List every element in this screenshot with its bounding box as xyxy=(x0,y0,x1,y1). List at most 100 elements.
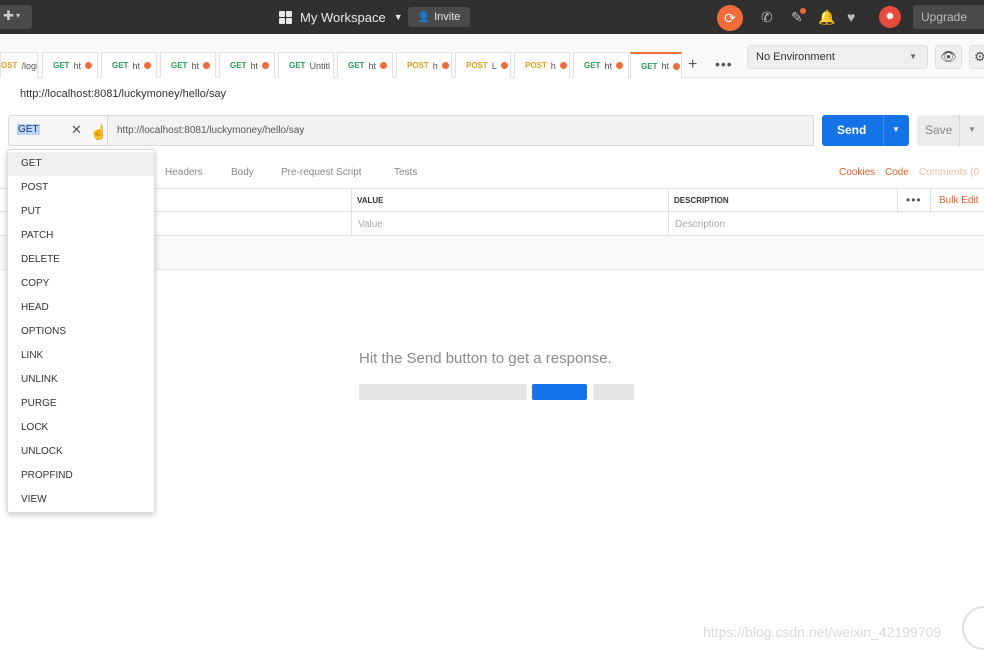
method-option-propfind[interactable]: PROPFIND xyxy=(8,464,154,488)
value-field[interactable]: Value xyxy=(358,219,383,230)
corner-widget[interactable] xyxy=(962,606,984,650)
request-tab[interactable]: GET ht xyxy=(101,52,157,78)
cookies-link[interactable]: Cookies xyxy=(839,167,875,178)
comments-link[interactable]: Comments (0 xyxy=(919,167,979,178)
method-option-view[interactable]: VIEW xyxy=(8,488,154,512)
bell-icon[interactable]: 🔔 xyxy=(818,9,835,25)
caret-down-icon: ▼ xyxy=(909,52,917,61)
tab-title: ht xyxy=(368,60,376,71)
request-name[interactable]: http://localhost:8081/luckymoney/hello/s… xyxy=(20,88,226,100)
request-tab[interactable]: POST L xyxy=(455,52,511,78)
close-icon[interactable]: ✕ xyxy=(71,122,82,138)
tab-method: GET xyxy=(171,61,188,70)
unsaved-dot-icon xyxy=(143,62,151,69)
method-option-unlink[interactable]: UNLINK xyxy=(8,368,154,392)
invite-button[interactable]: 👤 Invite xyxy=(408,7,470,27)
new-button[interactable]: ✚ ▾ xyxy=(0,5,32,29)
description-column-header: DESCRIPTION xyxy=(674,196,729,205)
more-tabs-icon[interactable]: ••• xyxy=(715,56,733,72)
method-option-patch[interactable]: PATCH xyxy=(8,224,154,248)
gear-icon[interactable]: ⚙ xyxy=(969,45,984,69)
sync-icon[interactable]: ⟳ xyxy=(717,5,743,31)
tab-pre-request-script[interactable]: Pre-request Script xyxy=(281,167,362,178)
request-tab[interactable]: OST/logi xyxy=(0,52,38,78)
tab-title: ht xyxy=(191,60,199,71)
plus-icon: ✚ xyxy=(3,8,14,23)
notification-dot xyxy=(800,8,806,14)
unsaved-dot-icon xyxy=(84,62,92,69)
save-divider xyxy=(959,115,960,146)
tab-tests[interactable]: Tests xyxy=(394,167,417,178)
caret-down-icon[interactable]: ▼ xyxy=(968,125,976,134)
method-option-copy[interactable]: COPY xyxy=(8,272,154,296)
tab-body[interactable]: Body xyxy=(231,167,254,178)
app-header: ✚ ▾ My Workspace ▼ 👤 Invite ⟳ ✆ ✎ 🔔 ♥ ✹ … xyxy=(0,0,984,34)
tab-method: POST xyxy=(466,61,488,70)
request-tab[interactable]: GET ht xyxy=(630,52,682,78)
tab-title: ht xyxy=(661,61,669,71)
method-option-head[interactable]: HEAD xyxy=(8,296,154,320)
avatar[interactable]: ✹ xyxy=(879,6,901,28)
method-option-lock[interactable]: LOCK xyxy=(8,416,154,440)
workspace-label: My Workspace xyxy=(300,9,386,25)
add-user-icon: 👤 xyxy=(417,11,431,23)
request-tab[interactable]: GET ht xyxy=(337,52,393,78)
request-tab[interactable]: GET Untitl xyxy=(278,52,334,78)
method-option-link[interactable]: LINK xyxy=(8,344,154,368)
column-divider xyxy=(668,189,669,213)
chevron-down-icon: ▾ xyxy=(16,11,21,20)
tab-method: GET xyxy=(230,61,247,70)
description-field[interactable]: Description xyxy=(675,219,725,230)
tab-title: L xyxy=(491,60,497,71)
column-divider xyxy=(930,189,931,213)
request-tab[interactable]: POST h xyxy=(396,52,452,78)
request-tab[interactable]: GET ht xyxy=(219,52,275,78)
request-tab[interactable]: GET ht xyxy=(573,52,629,78)
unsaved-dot-icon xyxy=(202,62,210,69)
environment-select[interactable]: No Environment ▼ xyxy=(747,45,928,69)
method-option-get[interactable]: GET xyxy=(8,152,154,176)
heart-icon[interactable]: ♥ xyxy=(847,9,855,25)
tab-title: h xyxy=(550,60,556,71)
code-link[interactable]: Code xyxy=(885,167,909,178)
send-divider xyxy=(883,115,884,146)
method-input[interactable]: GET xyxy=(17,124,40,135)
column-divider xyxy=(351,212,352,236)
new-tab-plus-icon[interactable]: + xyxy=(688,56,697,74)
method-option-delete[interactable]: DELETE xyxy=(8,248,154,272)
method-option-unlock[interactable]: UNLOCK xyxy=(8,440,154,464)
save-label: Save xyxy=(925,123,953,137)
tab-method: GET xyxy=(289,61,306,70)
tab-title: ht xyxy=(73,60,81,71)
unsaved-dot-icon xyxy=(672,62,680,70)
method-select[interactable]: GET ✕ ☝ xyxy=(8,115,108,146)
method-option-options[interactable]: OPTIONS xyxy=(8,320,154,344)
method-option-put[interactable]: PUT xyxy=(8,200,154,224)
tab-headers[interactable]: Headers xyxy=(165,167,203,178)
watermark: https://blog.csdn.net/weixin_42199709 xyxy=(703,624,942,640)
send-button[interactable]: Send ▼ xyxy=(822,115,909,146)
tab-title: Untitl xyxy=(309,60,330,71)
save-button[interactable]: Save ▼ xyxy=(917,115,984,146)
request-tabs-bar: OST/logi GET ht GET ht GET ht GET ht GET Untitl GET… xyxy=(0,34,984,78)
request-tab[interactable]: GET ht xyxy=(42,52,98,78)
more-options-icon[interactable]: ••• xyxy=(906,193,922,207)
workspace-switcher[interactable]: My Workspace ▼ xyxy=(279,7,403,27)
tab-method: GET xyxy=(584,61,601,70)
request-tab[interactable]: POST h xyxy=(514,52,570,78)
tab-method: GET xyxy=(112,61,129,70)
invite-label: Invite xyxy=(434,11,461,23)
method-option-post[interactable]: POST xyxy=(8,176,154,200)
url-input[interactable]: http://localhost:8081/luckymoney/hello/s… xyxy=(108,115,814,146)
request-tab[interactable]: GET ht xyxy=(160,52,216,78)
satellite-icon[interactable]: ✆ xyxy=(761,9,773,25)
method-option-purge[interactable]: PURGE xyxy=(8,392,154,416)
unsaved-dot-icon xyxy=(500,62,508,69)
eye-icon[interactable]: 👁 xyxy=(935,45,962,69)
bulk-edit-link[interactable]: Bulk Edit xyxy=(939,195,978,206)
tab-title: ht xyxy=(250,60,258,71)
column-divider xyxy=(897,189,898,213)
caret-down-icon[interactable]: ▼ xyxy=(892,125,900,134)
upgrade-button[interactable]: Upgrade xyxy=(913,5,984,29)
illustration-bar xyxy=(359,384,527,400)
